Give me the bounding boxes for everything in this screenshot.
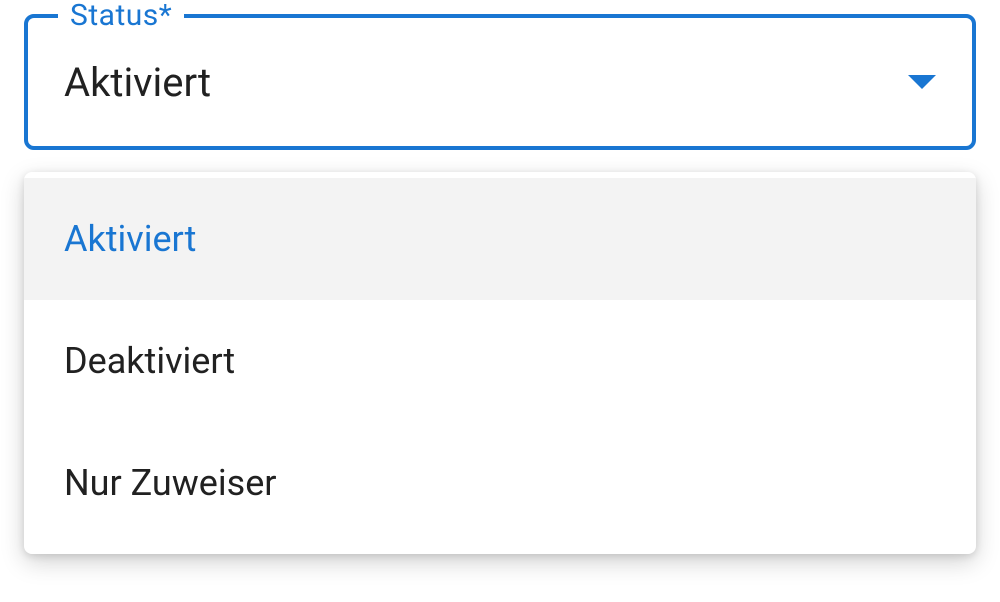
status-select-box[interactable]: Status* Aktiviert — [24, 14, 976, 150]
status-option-deaktiviert[interactable]: Deaktiviert — [24, 300, 976, 422]
status-option-label: Deaktiviert — [64, 340, 235, 382]
chevron-down-icon — [908, 75, 936, 89]
status-select-label: Status* — [58, 0, 184, 33]
status-select-wrapper: Status* Aktiviert — [24, 14, 976, 150]
status-option-label: Aktiviert — [64, 218, 196, 260]
status-option-label: Nur Zuweiser — [64, 462, 277, 504]
status-option-nur-zuweiser[interactable]: Nur Zuweiser — [24, 422, 976, 544]
status-select-value: Aktiviert — [64, 59, 211, 106]
status-option-aktiviert[interactable]: Aktiviert — [24, 178, 976, 300]
status-dropdown-menu: Aktiviert Deaktiviert Nur Zuweiser — [24, 172, 976, 554]
